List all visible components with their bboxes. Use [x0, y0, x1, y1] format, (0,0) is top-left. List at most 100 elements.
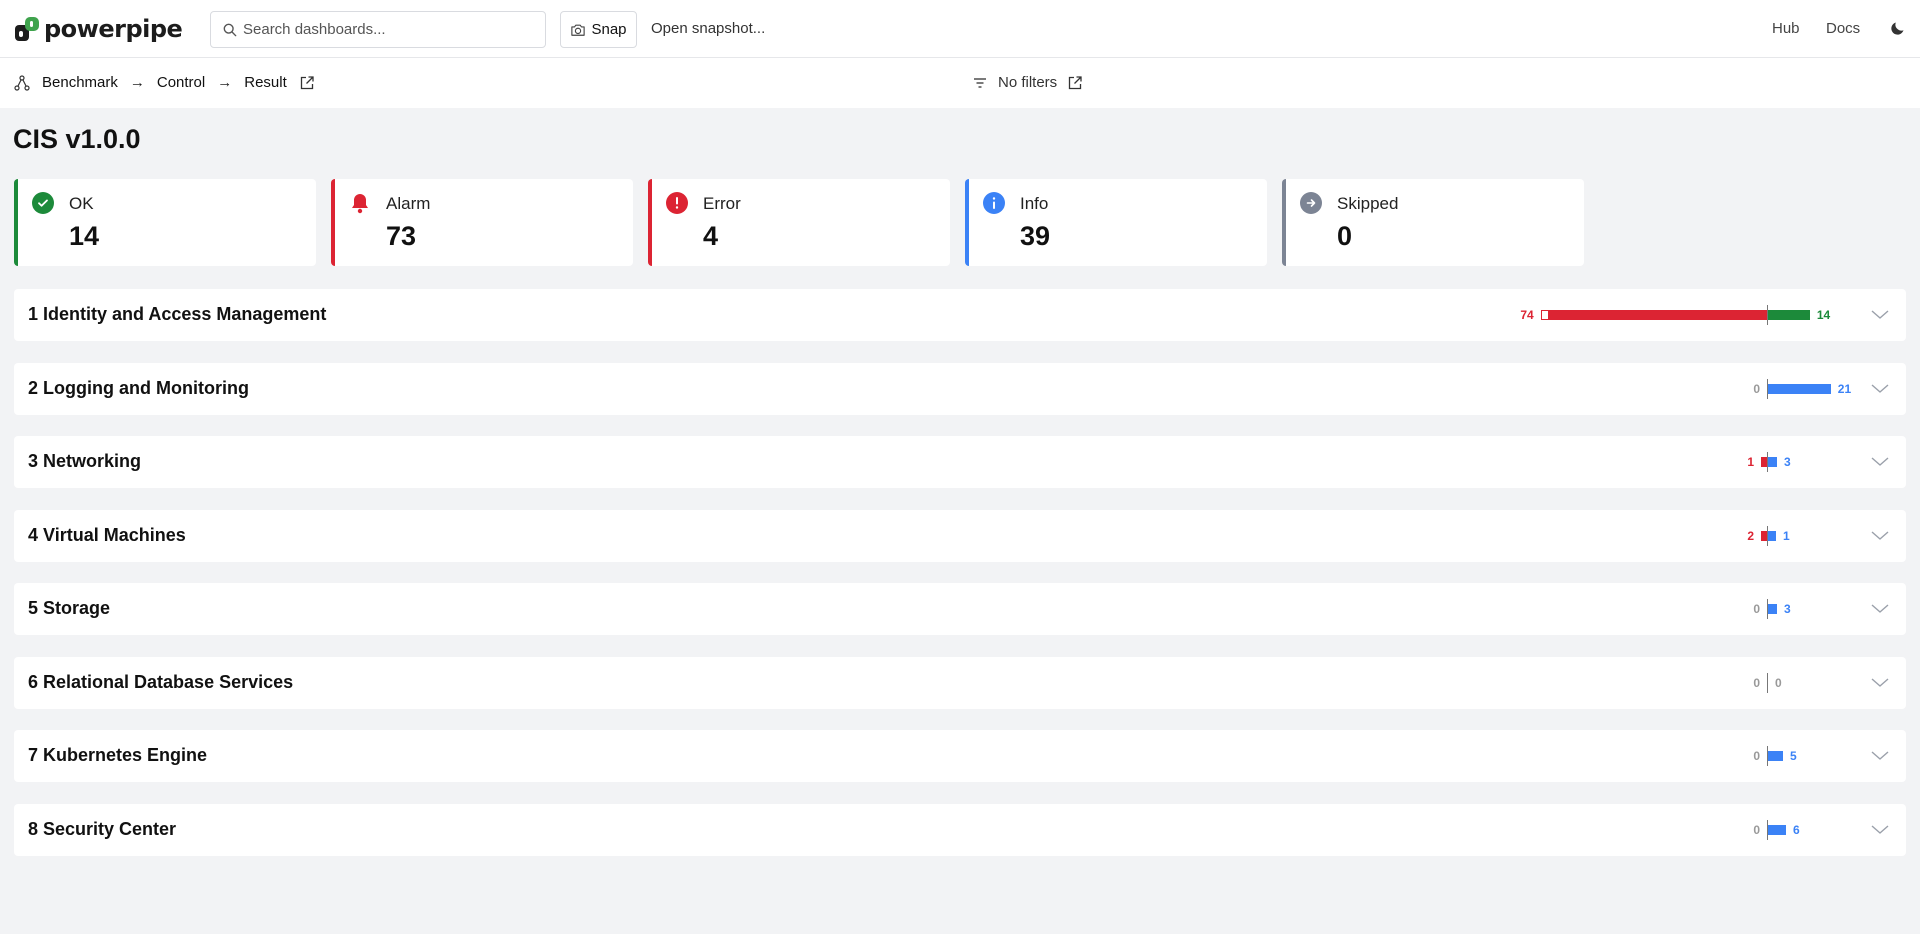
skipped-card[interactable]: Skipped 0 [1282, 179, 1584, 266]
section-title: 3 Networking [28, 451, 142, 471]
section-title: 5 Storage [28, 598, 111, 618]
section-title: 2 Logging and Monitoring [28, 377, 249, 398]
ok-bar [1768, 310, 1810, 320]
page-title: CIS v1.0.0 [13, 124, 141, 154]
search-input[interactable] [243, 21, 523, 38]
info-label: Info [1020, 194, 1049, 213]
benchmark-section-row[interactable]: 5 Storage 0 3 [14, 583, 1906, 635]
error-label: Error [703, 194, 741, 213]
breadcrumb-result[interactable]: Result [244, 74, 287, 91]
ok-card[interactable]: OK 14 [14, 179, 316, 266]
alarm-bar [1761, 530, 1767, 541]
left-count: 0 [1753, 675, 1760, 690]
info-bar [1768, 530, 1776, 541]
edit-filters-icon[interactable] [1067, 75, 1083, 91]
section-title: 7 Kubernetes Engine [28, 745, 208, 765]
left-count: 1 [1747, 455, 1754, 469]
exclamation-circle-icon [666, 192, 688, 214]
left-count: 74 [1520, 308, 1534, 322]
right-count: 6 [1792, 822, 1800, 837]
breadcrumb: Benchmark → Control → Result [14, 74, 315, 91]
filter-icon [974, 77, 986, 88]
bar-axis [1767, 672, 1768, 693]
section-title: 8 Security Center [28, 818, 177, 839]
left-count: 0 [1753, 602, 1760, 616]
summary-cards: OK 14 Alarm 73 Error 4 Info 39 Skipped 0 [14, 179, 1584, 266]
info-bar [1768, 751, 1783, 761]
breadcrumb-arrow: → [129, 74, 145, 91]
search-icon [223, 23, 237, 36]
alarm-card[interactable]: Alarm 73 [331, 179, 633, 266]
chevron-down-icon[interactable] [1870, 379, 1890, 399]
alarm-label: Alarm [386, 194, 431, 213]
skipped-label: Skipped [1337, 194, 1399, 213]
info-bar [1768, 457, 1777, 467]
open-snapshot-link[interactable]: Open snapshot... [651, 20, 765, 37]
ok-label: OK [69, 194, 94, 213]
chevron-down-icon[interactable] [1870, 452, 1890, 472]
right-count: 21 [1837, 381, 1852, 396]
benchmark-section-row[interactable]: 1 Identity and Access Management 74 14 [14, 289, 1906, 341]
chevron-down-icon[interactable] [1870, 746, 1890, 766]
app-name: powerpipe [44, 15, 183, 43]
info-bar [1768, 383, 1831, 394]
skipped-count: 0 [1337, 221, 1353, 251]
right-count: 5 [1789, 749, 1797, 763]
info-card[interactable]: Info 39 [965, 179, 1267, 266]
benchmark-sections: 1 Identity and Access Management 74 14 2 Lo… [14, 289, 1906, 877]
section-title: 6 Relational Database Services [28, 671, 294, 692]
filters-control[interactable]: No filters [972, 74, 1083, 91]
check-circle-icon [32, 192, 54, 214]
moon-icon[interactable] [1890, 20, 1906, 36]
chevron-down-icon[interactable] [1870, 820, 1890, 840]
info-count: 39 [1020, 221, 1051, 251]
right-count: 1 [1783, 528, 1790, 543]
chevron-down-icon[interactable] [1870, 599, 1890, 619]
info-circle-icon [983, 192, 1005, 214]
right-count: 3 [1783, 455, 1791, 469]
alarm-bar [1548, 310, 1767, 320]
camera-icon [571, 24, 586, 36]
left-count: 0 [1753, 381, 1760, 396]
error-bar [1540, 310, 1549, 320]
snap-button[interactable]: Snap [560, 11, 637, 48]
info-bar [1768, 604, 1777, 614]
benchmark-section-row[interactable]: 2 Logging and Monitoring 0 21 [14, 362, 1906, 415]
powerpipe-logo-icon [15, 17, 39, 41]
bell-icon [349, 192, 371, 214]
arrow-circle-icon [1300, 192, 1322, 214]
benchmark-section-row[interactable]: 7 Kubernetes Engine 0 5 [14, 730, 1906, 782]
filters-label: No filters [998, 74, 1058, 91]
right-count: 0 [1775, 675, 1782, 690]
section-title: 1 Identity and Access Management [28, 304, 327, 324]
hierarchy-icon [14, 74, 30, 91]
powerpipe-logo[interactable]: powerpipe [14, 14, 183, 44]
left-count: 2 [1747, 528, 1754, 543]
right-count: 14 [1816, 308, 1831, 322]
breadcrumb-control[interactable]: Control [157, 74, 205, 91]
benchmark-section-row[interactable]: 8 Security Center 0 6 [14, 803, 1906, 856]
error-card[interactable]: Error 4 [648, 179, 950, 266]
search-box[interactable] [210, 11, 546, 48]
chevron-down-icon[interactable] [1870, 305, 1890, 325]
breadcrumb-arrow: → [217, 74, 233, 91]
docs-link[interactable]: Docs [1826, 20, 1860, 37]
section-title: 4 Virtual Machines [28, 524, 186, 545]
breadcrumb-benchmark[interactable]: Benchmark [42, 74, 118, 91]
left-count: 0 [1753, 822, 1760, 837]
right-count: 3 [1783, 602, 1791, 616]
top-navbar: powerpipe Snap Open snapshot... Hub Docs [0, 0, 1920, 58]
left-count: 0 [1753, 749, 1760, 763]
benchmark-section-row[interactable]: 6 Relational Database Services 0 0 [14, 656, 1906, 709]
benchmark-section-row[interactable]: 4 Virtual Machines 2 1 [14, 509, 1906, 562]
snap-label: Snap [591, 21, 627, 38]
alarm-bar [1761, 457, 1767, 467]
error-count: 4 [703, 221, 719, 251]
hub-link[interactable]: Hub [1772, 20, 1800, 37]
breadcrumb-bar: Benchmark → Control → Result No filters [0, 58, 1920, 108]
external-link-icon[interactable] [299, 75, 315, 91]
benchmark-section-row[interactable]: 3 Networking 1 3 [14, 436, 1906, 488]
chevron-down-icon[interactable] [1870, 526, 1890, 546]
chevron-down-icon[interactable] [1870, 673, 1890, 693]
ok-count: 14 [69, 221, 100, 251]
